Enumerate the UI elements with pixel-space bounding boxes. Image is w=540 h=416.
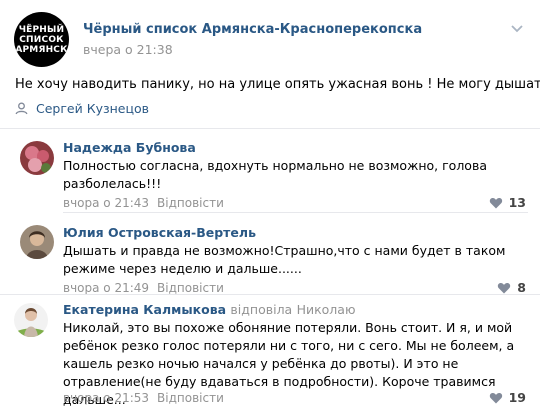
reply-button[interactable]: Відповісти [157, 281, 224, 295]
divider [0, 294, 540, 295]
divider [0, 128, 540, 129]
author-name[interactable]: Екатерина Калмыкова [63, 302, 226, 317]
comment-meta: вчора о 21:53 Відповісти [63, 391, 224, 405]
commenter-avatar[interactable] [20, 225, 54, 259]
comment-time[interactable]: вчора о 21:43 [63, 196, 149, 210]
comment-meta: вчора о 21:43 Відповісти [63, 196, 224, 210]
like-button[interactable]: 19 [489, 390, 526, 405]
comment-time[interactable]: вчора о 21:53 [63, 391, 149, 405]
reply-button[interactable]: Відповісти [157, 196, 224, 210]
post-text: Не хочу наводить панику, но на улице опя… [15, 77, 540, 92]
replied-label: відповіла [230, 302, 293, 317]
comment-meta: вчора о 21:49 Відповісти [63, 281, 224, 295]
avatar-line-1: ЧЁРНЫЙ [18, 24, 65, 35]
heart-icon [489, 392, 502, 403]
avatar-line-2: СПИСОК [19, 34, 64, 45]
like-count: 13 [508, 195, 526, 210]
reply-target-link[interactable]: Николаю [297, 302, 356, 317]
like-button[interactable]: 8 [497, 280, 526, 295]
comment-text: Полностью согласна, вдохнуть нормально н… [63, 158, 487, 191]
commenter-avatar[interactable] [20, 141, 54, 175]
comment-author-link[interactable]: Юлия Островская-Вертель [63, 225, 256, 240]
like-count: 19 [508, 390, 526, 405]
post-header: ЧЁРНЫЙ СПИСОК АРМЯНСК Чёрный список Армя… [14, 12, 526, 72]
post-signer[interactable]: Сергей Кузнецов [15, 101, 149, 116]
commenter-avatar[interactable] [14, 303, 48, 337]
reply-button[interactable]: Відповісти [157, 391, 224, 405]
group-name-link[interactable]: Чёрный список Армянска-Красноперекопска [83, 22, 422, 37]
comment-time[interactable]: вчора о 21:49 [63, 281, 149, 295]
like-count: 8 [517, 280, 526, 295]
group-avatar[interactable]: ЧЁРНЫЙ СПИСОК АРМЯНСК [14, 12, 69, 67]
user-icon [15, 102, 28, 115]
signer-name: Сергей Кузнецов [36, 101, 150, 116]
divider [63, 212, 528, 213]
comment-text: Дышать и правда не возможно!Страшно,что … [63, 243, 506, 276]
avatar-line-3: АРМЯНСК [15, 44, 68, 55]
chevron-down-icon[interactable] [510, 24, 524, 34]
like-button[interactable]: 13 [489, 195, 526, 210]
comment-author-link: Екатерина Калмыкова відповіла Николаю [63, 302, 355, 317]
post-time[interactable]: вчера о 21:38 [83, 42, 173, 57]
heart-icon [489, 197, 502, 208]
comment-author-link[interactable]: Надежда Бубнова [63, 140, 196, 155]
heart-icon [498, 282, 511, 293]
